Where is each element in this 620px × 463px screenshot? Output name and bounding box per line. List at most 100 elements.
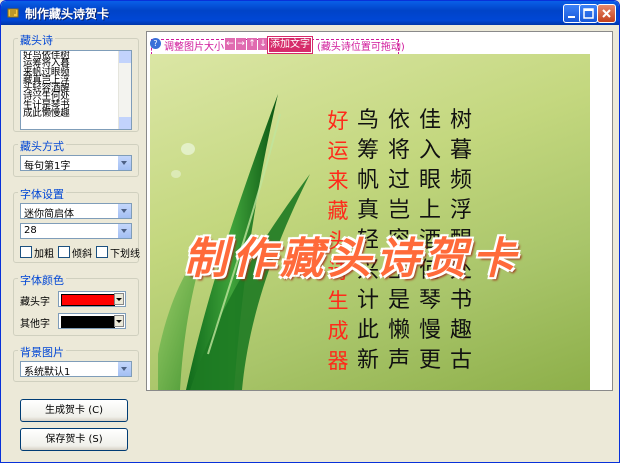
chevron-down-icon[interactable] — [118, 204, 131, 218]
app-window: 制作藏头诗贺卡 藏头诗 好鸟依佳树 运筹将入暮 来帆过眼频 藏真岂上浮 头轻容酒… — [0, 0, 620, 463]
poem-char: 浮 — [449, 198, 472, 223]
generate-card-button[interactable]: 生成贺卡 (C) — [20, 399, 128, 422]
card-preview[interactable]: 好 运 来 藏 头 诗 生 成 器 鸟 筹 帆 真 轻 兴 计 此 新 依 将 … — [150, 54, 590, 390]
app-icon — [7, 8, 19, 18]
resize-label: 调整图片大小 — [164, 42, 224, 53]
scroll-up-button[interactable] — [119, 51, 131, 63]
checkbox-box[interactable] — [20, 246, 32, 258]
poem-char: 懒 — [387, 318, 410, 343]
poem-char: 声 — [387, 348, 410, 373]
poem-head-char: 器 — [327, 349, 349, 373]
other-color-label: 其他字 — [20, 319, 50, 330]
poem-char: 古 — [449, 348, 472, 373]
poem-group: 藏头诗 好鸟依佳树 运筹将入暮 来帆过眼频 藏真岂上浮 头轻容酒醒 诗兴生何处 … — [13, 32, 139, 132]
close-button[interactable] — [597, 4, 616, 23]
chevron-down-icon[interactable] — [114, 315, 124, 327]
color-group-title: 字体颜色 — [18, 272, 66, 288]
add-text-button[interactable]: 添加文字 — [267, 36, 313, 54]
checkbox-box[interactable] — [96, 246, 108, 258]
poem-scrollbar[interactable] — [118, 51, 131, 129]
close-icon — [602, 9, 611, 18]
underline-label: 下划线 — [110, 249, 140, 260]
arrow-left-button[interactable]: ← — [225, 38, 235, 50]
arrow-right-button[interactable]: → — [236, 38, 246, 50]
poem-line: 成此懒慢趣 — [23, 108, 70, 120]
chevron-down-icon[interactable] — [118, 362, 131, 376]
poem-char: 此 — [356, 318, 379, 343]
help-icon[interactable]: ? — [150, 38, 161, 49]
font-size-value: 28 — [24, 225, 37, 236]
poem-char: 依 — [387, 108, 410, 133]
head-color-picker[interactable] — [58, 291, 126, 307]
preview-panel: ? 调整图片大小 ← → ↑ ↓ 添加文字 (藏头诗位置可拖动) 好 运 来 藏… — [146, 31, 613, 391]
save-card-button[interactable]: 保存贺卡 (S) — [20, 428, 128, 451]
chevron-down-icon[interactable] — [118, 224, 131, 238]
poem-head-char: 藏 — [327, 199, 349, 223]
poem-head-char: 来 — [327, 169, 349, 193]
poem-char: 真 — [356, 198, 379, 223]
poem-char: 慢 — [418, 318, 441, 343]
maximize-button[interactable] — [579, 4, 598, 23]
poem-char: 眼 — [418, 168, 441, 193]
head-color-swatch — [61, 294, 115, 306]
poem-char: 鸟 — [356, 108, 379, 133]
bold-label: 加粗 — [34, 249, 54, 260]
poem-char: 频 — [449, 168, 472, 193]
mode-group: 藏头方式 每句第1字 — [13, 138, 139, 177]
poem-char: 是 — [387, 288, 410, 313]
font-group-title: 字体设置 — [18, 186, 66, 202]
poem-char: 过 — [387, 168, 410, 193]
checkbox-box[interactable] — [58, 246, 70, 258]
font-group: 字体设置 迷你简启体 28 加粗 倾斜 下划线 — [13, 186, 140, 263]
poem-char: 新 — [356, 348, 379, 373]
poem-group-title: 藏头诗 — [18, 32, 55, 48]
mode-group-title: 藏头方式 — [18, 138, 66, 154]
other-color-picker[interactable] — [58, 313, 126, 329]
mode-select-value: 每句第1字 — [24, 161, 71, 172]
poem-head-char: 成 — [327, 319, 349, 343]
bg-group: 背景图片 系统默认1 — [13, 344, 139, 382]
font-select[interactable]: 迷你简启体 — [20, 203, 132, 220]
arrow-up-button[interactable]: ↑ — [247, 38, 257, 50]
poem-head-char: 生 — [327, 289, 349, 313]
other-color-row: 其他字 — [20, 313, 132, 330]
poem-char: 趣 — [449, 318, 472, 343]
bg-select-value: 系统默认1 — [24, 367, 71, 378]
arrow-down-button[interactable]: ↓ — [258, 38, 268, 50]
poem-char: 上 — [418, 198, 441, 223]
font-select-value: 迷你简启体 — [24, 209, 74, 220]
scroll-down-button[interactable] — [119, 117, 131, 129]
poem-char: 树 — [449, 108, 472, 133]
poem-char: 入 — [418, 138, 441, 163]
poem-char: 岂 — [387, 198, 410, 223]
title-bar[interactable]: 制作藏头诗贺卡 — [1, 1, 619, 25]
head-color-label: 藏头字 — [20, 297, 50, 308]
color-group: 字体颜色 藏头字 其他字 — [13, 272, 139, 336]
window-title: 制作藏头诗贺卡 — [25, 7, 110, 21]
poem-char: 琴 — [418, 288, 441, 313]
poem-textarea[interactable]: 好鸟依佳树 运筹将入暮 来帆过眼频 藏真岂上浮 头轻容酒醒 诗兴生何处 生计是琴… — [20, 50, 132, 130]
drag-hint: (藏头诗位置可拖动) — [317, 42, 405, 53]
preview-toolbar: ? 调整图片大小 ← → ↑ ↓ 添加文字 (藏头诗位置可拖动) — [150, 36, 610, 55]
chevron-down-icon[interactable] — [114, 293, 124, 305]
bg-group-title: 背景图片 — [18, 344, 66, 360]
other-color-swatch — [61, 316, 115, 328]
bg-select[interactable]: 系统默认1 — [20, 361, 132, 378]
poem-head-char: 好 — [327, 109, 349, 133]
poem-char: 暮 — [449, 138, 472, 163]
italic-label: 倾斜 — [72, 249, 92, 260]
mode-select[interactable]: 每句第1字 — [20, 155, 132, 172]
font-size-select[interactable]: 28 — [20, 223, 132, 239]
poem-char: 书 — [449, 288, 472, 313]
poem-char: 更 — [418, 348, 441, 373]
style-options: 加粗 倾斜 下划线 — [20, 245, 140, 260]
poem-lines: 好鸟依佳树 运筹将入暮 来帆过眼频 藏真岂上浮 头轻容酒醒 诗兴生何处 生计是琴… — [23, 51, 117, 120]
poem-char: 将 — [387, 138, 410, 163]
maximize-icon — [583, 8, 594, 19]
poem-head-char: 运 — [327, 139, 349, 163]
card-headline: 制作藏头诗贺卡 — [184, 234, 520, 284]
chevron-down-icon[interactable] — [118, 156, 131, 170]
poem-char: 计 — [356, 288, 379, 313]
poem-char: 筹 — [356, 138, 379, 163]
head-color-row: 藏头字 — [20, 291, 132, 308]
